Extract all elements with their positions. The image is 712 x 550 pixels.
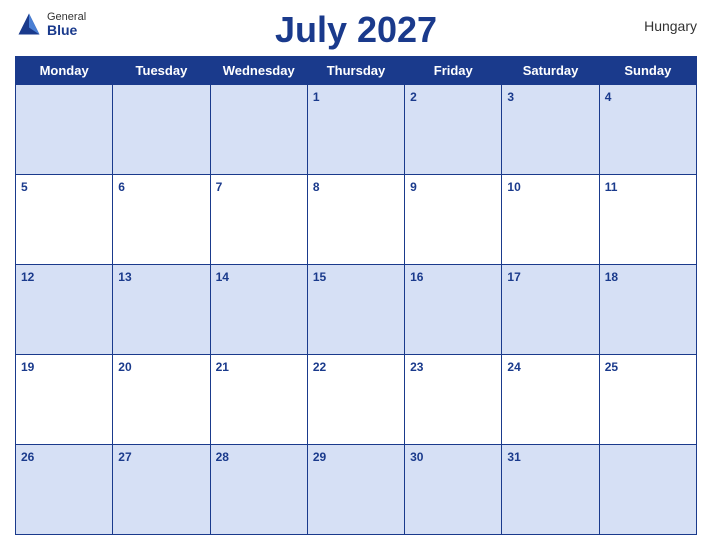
day-cell-8: 8 <box>307 174 404 264</box>
day-number-29: 29 <box>313 450 326 464</box>
day-cell-1: 1 <box>307 84 404 174</box>
week-row-2: 5 6 7 8 9 10 11 <box>16 174 697 264</box>
day-number-30: 30 <box>410 450 423 464</box>
day-cell-3: 3 <box>502 84 599 174</box>
day-cell-26: 26 <box>16 444 113 534</box>
day-number-17: 17 <box>507 270 520 284</box>
day-number-20: 20 <box>118 360 131 374</box>
day-number-22: 22 <box>313 360 326 374</box>
empty-cell-w0-d1 <box>113 84 210 174</box>
day-cell-14: 14 <box>210 264 307 354</box>
day-cell-9: 9 <box>405 174 502 264</box>
header-monday: Monday <box>16 56 113 84</box>
header-tuesday: Tuesday <box>113 56 210 84</box>
day-number-3: 3 <box>507 90 514 104</box>
day-cell-27: 27 <box>113 444 210 534</box>
country-label: Hungary <box>644 18 697 34</box>
header-wednesday: Wednesday <box>210 56 307 84</box>
day-number-10: 10 <box>507 180 520 194</box>
day-number-13: 13 <box>118 270 131 284</box>
week-row-3: 12 13 14 15 16 17 18 <box>16 264 697 354</box>
day-cell-29: 29 <box>307 444 404 534</box>
day-number-25: 25 <box>605 360 618 374</box>
day-number-7: 7 <box>216 180 223 194</box>
empty-cell-w0-d0 <box>16 84 113 174</box>
day-cell-19: 19 <box>16 354 113 444</box>
day-number-31: 31 <box>507 450 520 464</box>
day-cell-12: 12 <box>16 264 113 354</box>
day-cell-25: 25 <box>599 354 696 444</box>
day-number-21: 21 <box>216 360 229 374</box>
day-cell-22: 22 <box>307 354 404 444</box>
calendar-table: Monday Tuesday Wednesday Thursday Friday… <box>15 56 697 535</box>
day-number-1: 1 <box>313 90 320 104</box>
logo-general-text: General <box>47 12 86 23</box>
day-number-6: 6 <box>118 180 125 194</box>
day-number-9: 9 <box>410 180 417 194</box>
day-cell-18: 18 <box>599 264 696 354</box>
day-number-28: 28 <box>216 450 229 464</box>
day-number-27: 27 <box>118 450 131 464</box>
empty-cell-w4-d6 <box>599 444 696 534</box>
logo-blue-text: Blue <box>47 23 86 37</box>
title-area: July 2027 <box>275 10 437 50</box>
day-cell-24: 24 <box>502 354 599 444</box>
day-cell-28: 28 <box>210 444 307 534</box>
logo-text: General Blue <box>47 12 86 37</box>
header-thursday: Thursday <box>307 56 404 84</box>
day-number-18: 18 <box>605 270 618 284</box>
calendar-header: General Blue July 2027 Hungary <box>15 10 697 50</box>
day-number-26: 26 <box>21 450 34 464</box>
day-cell-2: 2 <box>405 84 502 174</box>
day-cell-10: 10 <box>502 174 599 264</box>
day-number-12: 12 <box>21 270 34 284</box>
day-number-8: 8 <box>313 180 320 194</box>
day-cell-5: 5 <box>16 174 113 264</box>
week-row-5: 26 27 28 29 30 31 <box>16 444 697 534</box>
day-number-11: 11 <box>605 180 618 194</box>
header-saturday: Saturday <box>502 56 599 84</box>
day-number-2: 2 <box>410 90 417 104</box>
header-friday: Friday <box>405 56 502 84</box>
day-cell-4: 4 <box>599 84 696 174</box>
day-number-24: 24 <box>507 360 520 374</box>
day-cell-7: 7 <box>210 174 307 264</box>
generalblue-logo-icon <box>15 10 43 38</box>
day-cell-6: 6 <box>113 174 210 264</box>
day-cell-13: 13 <box>113 264 210 354</box>
week-row-1: 1 2 3 4 <box>16 84 697 174</box>
day-number-23: 23 <box>410 360 423 374</box>
day-number-4: 4 <box>605 90 612 104</box>
day-number-16: 16 <box>410 270 423 284</box>
day-cell-11: 11 <box>599 174 696 264</box>
day-number-19: 19 <box>21 360 34 374</box>
day-cell-15: 15 <box>307 264 404 354</box>
day-cell-31: 31 <box>502 444 599 534</box>
header-sunday: Sunday <box>599 56 696 84</box>
weekday-header-row: Monday Tuesday Wednesday Thursday Friday… <box>16 56 697 84</box>
logo-area: General Blue <box>15 10 86 38</box>
empty-cell-w0-d2 <box>210 84 307 174</box>
day-cell-16: 16 <box>405 264 502 354</box>
day-number-14: 14 <box>216 270 229 284</box>
day-cell-17: 17 <box>502 264 599 354</box>
day-cell-23: 23 <box>405 354 502 444</box>
day-cell-20: 20 <box>113 354 210 444</box>
day-number-15: 15 <box>313 270 326 284</box>
week-row-4: 19 20 21 22 23 24 25 <box>16 354 697 444</box>
calendar-title: July 2027 <box>275 10 437 50</box>
day-cell-30: 30 <box>405 444 502 534</box>
day-number-5: 5 <box>21 180 28 194</box>
day-cell-21: 21 <box>210 354 307 444</box>
